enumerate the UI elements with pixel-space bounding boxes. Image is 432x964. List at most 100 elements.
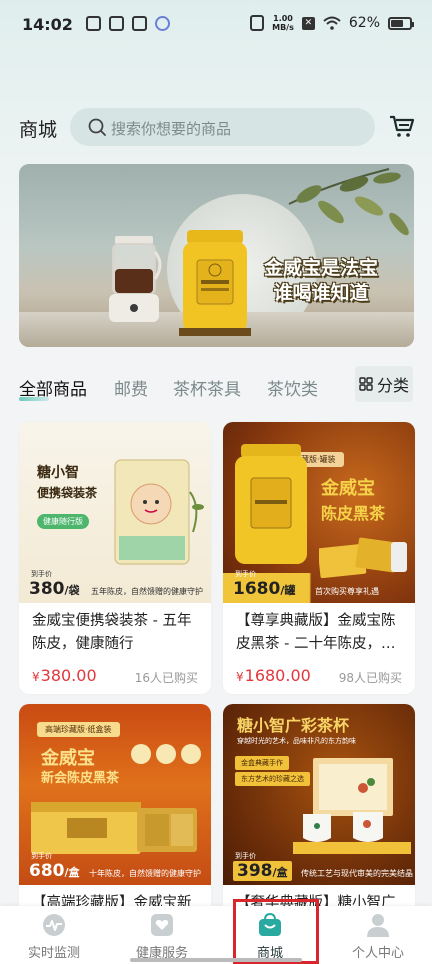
grid-icon (359, 377, 373, 391)
status-right: 1.00 MB/s ✕ 62% (250, 14, 414, 32)
image-price: 680/盒 (29, 861, 80, 881)
page-title: 商城 (19, 119, 58, 141)
tab-teaware[interactable]: 茶杯茶具 (173, 375, 241, 400)
nav-item-monitoring[interactable]: 实时监测 (0, 906, 108, 964)
image-price-note: 十年陈皮，自然馈赠的健康守护 (89, 869, 201, 878)
notification-icons (86, 16, 170, 31)
price-label: 到手价 (31, 852, 52, 860)
product-card[interactable]: 糖小智广彩茶杯 穿越时光的艺术，品味非凡的东方韵味 金盒典藏手作 东方艺术的珍藏… (223, 704, 415, 914)
tiktok-icon (132, 16, 147, 31)
search-input[interactable]: 搜索你想要的商品 (70, 108, 375, 146)
price-label: 到手价 (235, 852, 256, 860)
nav-label: 实时监测 (27, 946, 80, 961)
notification-app-icon (86, 16, 101, 31)
image-price-value: 1680 (233, 579, 281, 599)
product-image-price-tag: 到手价 1680/罐 首次购买尊享礼遇 (223, 570, 415, 603)
home-indicator[interactable] (130, 958, 302, 962)
product-image-tag: 金盒典藏手作 (235, 756, 289, 770)
gift-box-image (31, 802, 197, 854)
kettle-image (109, 236, 162, 322)
pulse-icon (43, 914, 65, 936)
sim-off-icon: ✕ (301, 16, 315, 30)
network-speed-unit: MB/s (272, 23, 294, 32)
feature-dot (156, 744, 176, 764)
person-icon (367, 914, 389, 937)
currency-symbol: ¥ (236, 670, 244, 684)
product-image-subtitle: 新会陈皮黑茶 (41, 771, 120, 786)
tea-bag-image (114, 459, 204, 565)
image-price: 380/袋 (29, 579, 80, 599)
sold-count: 16人已购买 (134, 671, 198, 685)
status-bar: 14:02 1.00 MB/s ✕ 62% (0, 0, 432, 52)
product-image: 糖小智广彩茶杯 穿越时光的艺术，品味非凡的东方韵味 金盒典藏手作 东方艺术的珍藏… (223, 704, 415, 885)
product-image-subtitle: 便携袋装茶 (37, 486, 98, 500)
image-price-value: 680 (29, 861, 65, 881)
product-name: 【尊享典藏版】金威宝陈皮黑茶 - 二十年陈皮，… (236, 613, 396, 652)
battery-percent: 62% (348, 15, 380, 31)
tab-postage[interactable]: 邮费 (114, 375, 148, 400)
product-image-subtitle: 陈皮黑茶 (321, 504, 386, 523)
price-label: 到手价 (31, 570, 52, 578)
promo-banner[interactable]: 金威宝是法宝 谁喝谁知道 (19, 164, 414, 347)
image-price-note: 首次购买尊享礼遇 (315, 587, 379, 596)
image-price-value: 380 (29, 579, 65, 599)
image-price-value: 398 (237, 861, 273, 881)
image-price: 398/盒 (233, 861, 292, 881)
category-button[interactable]: 分类 (355, 366, 413, 402)
image-price-unit: /袋 (64, 584, 80, 597)
product-card[interactable]: 糖小智 便携袋装茶 健康随行版 到手价 380/袋 五年陈皮，自然馈赠的健康守护… (19, 422, 211, 694)
product-card[interactable]: 尊享典藏版·罐装 金威宝 陈皮黑茶 到手价 1680/罐 首次购买尊享礼遇 【尊… (223, 422, 415, 694)
active-tab-indicator (19, 397, 49, 401)
tea-packets-image (319, 537, 407, 578)
image-price: 1680/罐 (233, 579, 295, 599)
product-price: ¥1680.00 (236, 666, 311, 685)
product-image-title: 金威宝 (321, 478, 375, 499)
mall-tab-highlight-box (233, 899, 319, 964)
category-tabs: 全部商品 邮费 茶杯茶具 茶饮类 分类 (0, 366, 432, 404)
product-image-price-tag: 到手价 398/盒 传统工艺与现代审美的完美结晶 (223, 852, 415, 885)
nav-item-health-service[interactable]: 健康服务 (108, 906, 216, 964)
notification-app-icon (109, 16, 124, 31)
banner-slogan-line2: 谁喝谁知道 (273, 282, 369, 304)
sold-count: 98人已购买 (338, 671, 402, 685)
product-image: 高端珍藏版·纸盒装 金威宝 新会陈皮黑茶 到手价 680/盒 十年陈皮，自然馈赠… (19, 704, 211, 885)
image-price-unit: /盒 (64, 866, 80, 879)
banner-slogan-line1: 金威宝是法宝 (263, 257, 378, 279)
feature-dot (131, 744, 151, 764)
price-label: 到手价 (235, 570, 256, 578)
banner-slogan: 金威宝是法宝 谁喝谁知道 (241, 256, 401, 306)
product-image: 尊享典藏版·罐装 金威宝 陈皮黑茶 到手价 1680/罐 首次购买尊享礼遇 (223, 422, 415, 603)
nav-item-profile[interactable]: 个人中心 (324, 906, 432, 964)
product-price: ¥380.00 (32, 666, 97, 685)
feature-dots (131, 744, 201, 764)
product-image: 糖小智 便携袋装茶 健康随行版 到手价 380/袋 五年陈皮，自然馈赠的健康守护 (19, 422, 211, 603)
feature-dot (181, 744, 201, 764)
image-price-unit: /盒 (272, 866, 288, 879)
product-price-value: 380.00 (40, 666, 97, 685)
image-price-note: 五年陈皮，自然馈赠的健康守护 (91, 587, 203, 596)
bottom-nav: 实时监测 健康服务 商城 个人中心 (0, 906, 432, 964)
tea-cup-set-image (293, 758, 411, 854)
header: 商城 搜索你想要的商品 (0, 106, 432, 148)
product-image-subtitle: 穿越时光的艺术，品味非凡的东方韵味 (237, 737, 356, 745)
tab-tea-drinks[interactable]: 茶饮类 (267, 375, 318, 400)
product-image-title: 糖小智 (37, 465, 79, 481)
status-time: 14:02 (22, 15, 73, 34)
image-price-unit: /罐 (280, 584, 296, 597)
nav-label: 个人中心 (351, 946, 404, 961)
network-speed: 1.00 MB/s (272, 14, 294, 32)
vibrate-icon (250, 15, 265, 31)
product-image-price-tag: 到手价 380/袋 五年陈皮，自然馈赠的健康守护 (19, 570, 211, 603)
product-name: 金威宝便携袋装茶 - 五年陈皮，健康随行 (32, 613, 192, 652)
product-image-badge: 健康随行版 (37, 514, 89, 529)
image-price-note: 传统工艺与现代审美的完美结晶 (301, 869, 413, 878)
search-icon (88, 118, 106, 136)
search-placeholder: 搜索你想要的商品 (111, 120, 232, 138)
cart-icon[interactable] (389, 114, 415, 138)
product-image-ribbon: 高端珍藏版·纸盒装 (37, 722, 120, 737)
product-price-value: 1680.00 (244, 666, 311, 685)
product-card[interactable]: 高端珍藏版·纸盒装 金威宝 新会陈皮黑茶 到手价 680/盒 十年陈皮，自然馈赠… (19, 704, 211, 914)
currency-symbol: ¥ (32, 670, 40, 684)
product-image-title: 糖小智广彩茶杯 (237, 716, 350, 735)
network-speed-value: 1.00 (273, 14, 293, 23)
